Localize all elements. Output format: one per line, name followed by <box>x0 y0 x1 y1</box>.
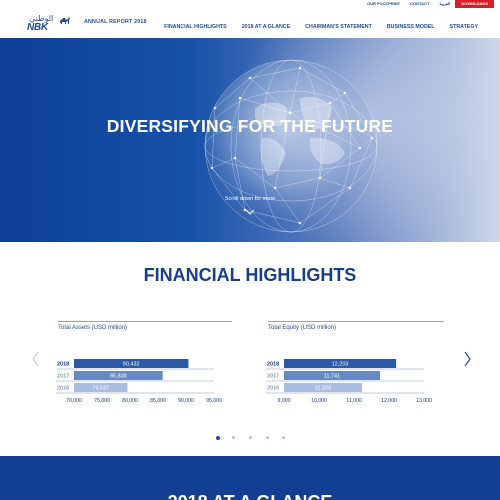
main-nav: FINANCIAL HIGHLIGHTS 2018 AT A GLANCE CH… <box>149 16 478 38</box>
value-label: 85,838 <box>110 374 127 380</box>
x-tick-label: 13,000 <box>416 398 432 404</box>
carousel-dot[interactable] <box>216 435 220 440</box>
report-label: ANNUAL REPORT 2018 <box>84 19 147 25</box>
value-label: 11,226 <box>315 386 331 392</box>
carousel-dot[interactable] <box>282 436 285 439</box>
year-label: 2016 <box>267 386 279 392</box>
year-label: 2018 <box>267 362 279 368</box>
chart-2-top-rule <box>268 321 444 322</box>
nav-strategy[interactable]: STRATEGY <box>450 24 478 30</box>
x-tick-label: 11,000 <box>346 398 362 404</box>
nbk-logo[interactable]: الوطني NBK <box>27 14 73 33</box>
year-label: 2016 <box>57 386 69 392</box>
logo-nbk-text: NBK <box>27 22 48 33</box>
at-a-glance-title: 2018 AT A GLANCE <box>0 492 500 500</box>
chart-1-top-rule <box>58 321 232 322</box>
value-label: 11,741 <box>324 374 340 380</box>
x-tick-label: 10,000 <box>311 398 327 404</box>
total-equity-chart: 2018 12,203 2017 11,741 2016 11,226 9,000 10,00… <box>266 359 432 404</box>
value-label: 12,203 <box>332 362 349 368</box>
hero-title: DIVERSIFYING FOR THE FUTURE <box>106 116 394 136</box>
value-label: 79,537 <box>92 386 109 392</box>
x-tick-label: 90,000 <box>178 398 194 404</box>
x-tick-label: 12,000 <box>381 398 397 404</box>
carousel-next-icon[interactable] <box>463 351 471 367</box>
x-tick-label: 9,000 <box>278 398 291 404</box>
chevron-down-icon[interactable] <box>244 208 256 216</box>
downloads-button[interactable]: DOWNLOADS <box>455 0 494 8</box>
x-tick-label: 85,000 <box>150 398 166 404</box>
total-assets-chart: 2018 90,432 2017 85,838 2016 79,537 70,000 75,0… <box>56 359 222 404</box>
carousel-pagination <box>0 435 500 440</box>
financial-highlights-title: FINANCIAL HIGHLIGHTS <box>143 265 357 285</box>
x-tick-label: 70,000 <box>66 398 82 404</box>
value-label: 90,432 <box>123 362 140 368</box>
camel-icon <box>60 17 70 24</box>
x-tick-label: 95,000 <box>206 398 222 404</box>
carousel-prev-icon[interactable] <box>32 351 40 367</box>
year-label: 2018 <box>57 362 69 368</box>
nav-financial-highlights[interactable]: FINANCIAL HIGHLIGHTS <box>164 24 227 30</box>
carousel-dot[interactable] <box>266 436 269 439</box>
x-tick-label: 75,000 <box>94 398 110 404</box>
hero-banner: DIVERSIFYING FOR THE FUTURE Scroll down … <box>0 38 500 242</box>
nav-business-model[interactable]: BUSINESS MODEL <box>387 24 435 30</box>
chart-2-title: Total Equity (USD million) <box>268 325 337 331</box>
nav-at-a-glance[interactable]: 2018 AT A GLANCE <box>242 24 290 30</box>
year-label: 2017 <box>57 374 69 380</box>
our-footprint-link[interactable]: OUR FOOTPRINT <box>362 0 405 8</box>
utility-links: OUR FOOTPRINT CONTACT العربية DOWNLOADS <box>362 0 494 8</box>
x-tick-label: 80,000 <box>122 398 138 404</box>
carousel-dot[interactable] <box>249 436 252 439</box>
year-label: 2017 <box>267 374 279 380</box>
at-a-glance-band: 2018 AT A GLANCE <box>0 456 500 500</box>
arabic-language-link[interactable]: العربية <box>434 0 455 8</box>
contact-link[interactable]: CONTACT <box>405 0 434 8</box>
carousel-dot[interactable] <box>232 436 235 439</box>
scroll-hint[interactable]: Scroll down for more <box>0 196 500 202</box>
chart-1-title: Total Assets (USD million) <box>58 325 128 331</box>
top-utility-bar: OUR FOOTPRINT CONTACT العربية DOWNLOADS <box>0 0 500 8</box>
nav-chairmans-statement[interactable]: CHAIRMAN'S STATEMENT <box>305 24 372 30</box>
site-header: الوطني NBK ANNUAL REPORT 2018 FINANCIAL … <box>0 8 500 39</box>
